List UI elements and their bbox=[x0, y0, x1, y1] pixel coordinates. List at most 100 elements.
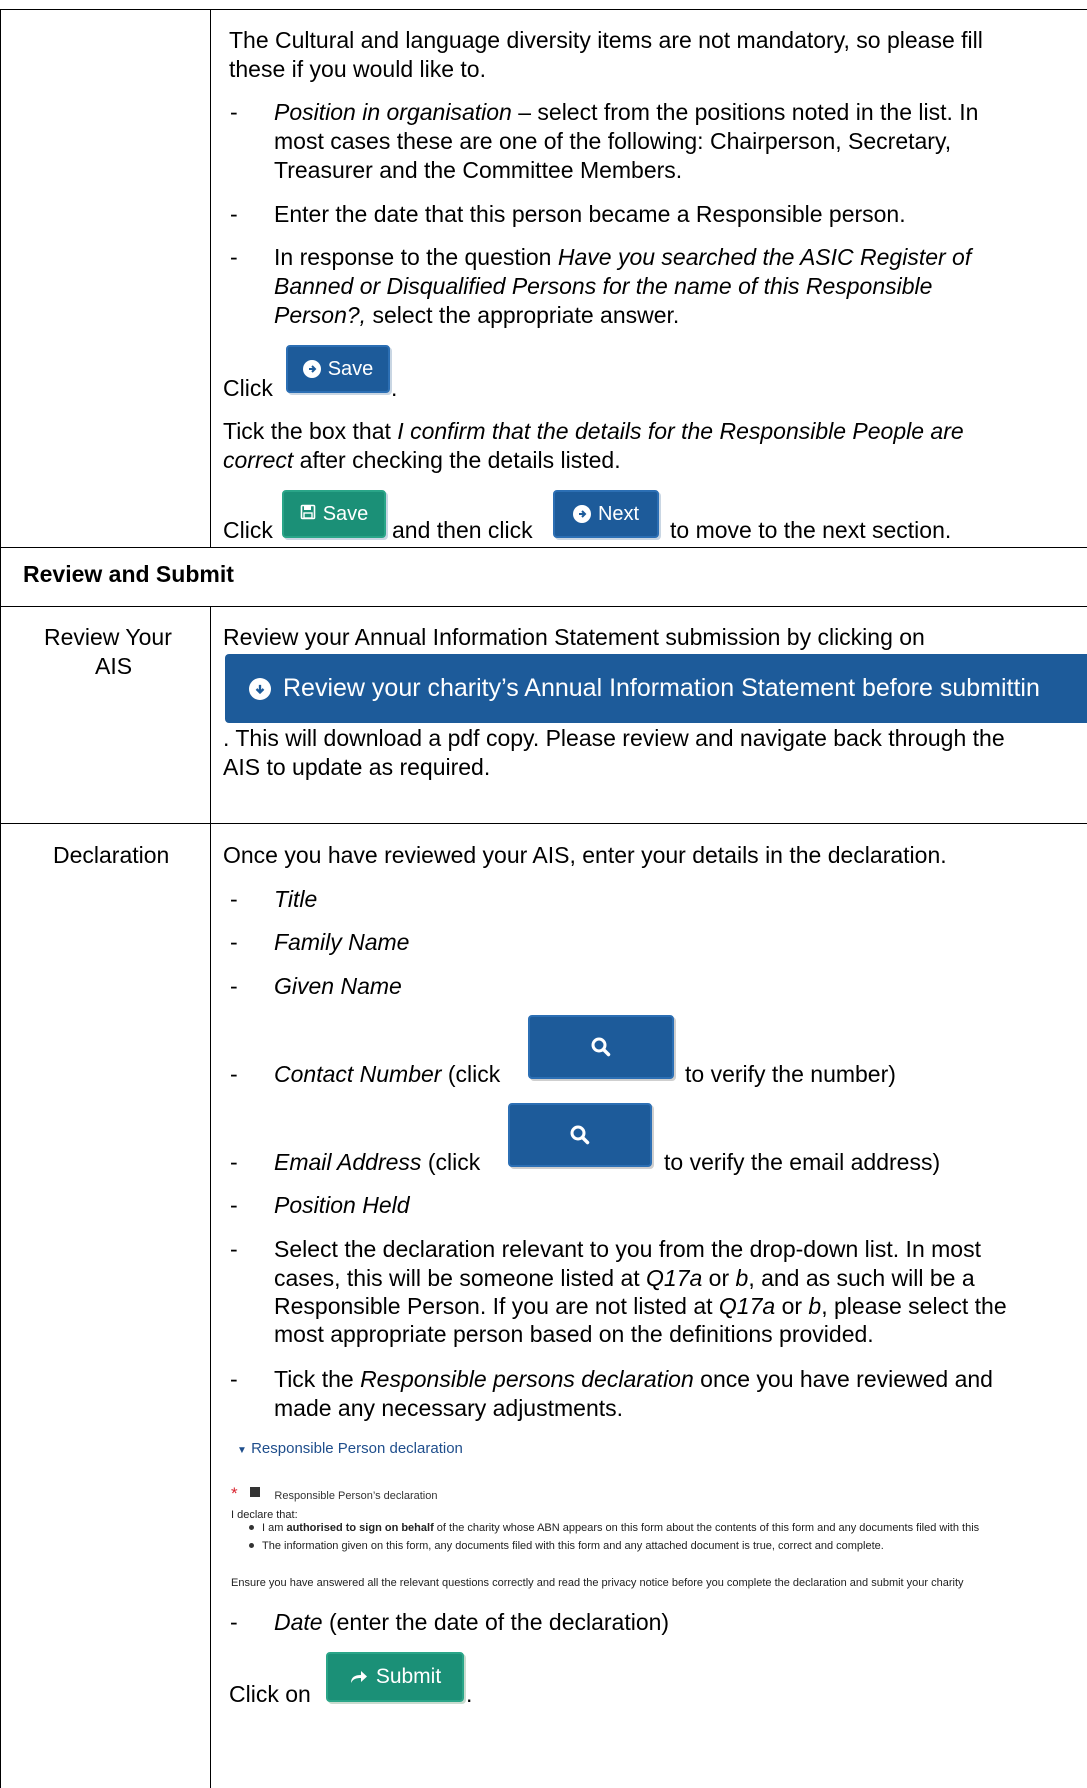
save-draft-button[interactable]: Save bbox=[282, 490, 386, 538]
document-page: The Cultural and language diversity item… bbox=[0, 0, 1087, 1788]
caret-down-icon: ▼ bbox=[237, 1445, 247, 1456]
tick-rp-text: Tick the bbox=[274, 1366, 361, 1392]
tick-text: Tick the box that bbox=[223, 418, 398, 444]
review-ais-banner-button[interactable]: Review your charity’s Annual Information… bbox=[225, 654, 1087, 723]
review-label: AIS bbox=[95, 653, 133, 679]
declaration-label: Declaration bbox=[53, 842, 170, 868]
family-name-item: Family Name bbox=[274, 928, 409, 957]
rp-checkbox[interactable] bbox=[250, 1487, 261, 1498]
rp-bullet: The information given on this form, any … bbox=[231, 1539, 884, 1553]
family-name-field: Family Name bbox=[274, 929, 410, 955]
rp-bullet-text: of the charity whose ABN appears on this… bbox=[433, 1522, 980, 1534]
email-field: Email Address bbox=[274, 1149, 422, 1175]
asic-question: Banned or Disqualified Persons for the n… bbox=[274, 273, 933, 299]
asic-text: In response to the question bbox=[274, 244, 558, 270]
list-dash: - bbox=[230, 244, 238, 270]
search-icon bbox=[570, 1125, 590, 1145]
title-field: Title bbox=[274, 886, 318, 912]
verify-contact-search-button[interactable] bbox=[528, 1015, 674, 1079]
select-text: , please select the bbox=[821, 1293, 1007, 1319]
rp-checkbox-label: Responsible Person’s declaration bbox=[274, 1490, 438, 1502]
question-ref: Q17a bbox=[718, 1293, 776, 1319]
next-button[interactable]: Next bbox=[553, 490, 659, 538]
question-ref: Q17a bbox=[646, 1265, 703, 1291]
table-column-divider-top bbox=[210, 9, 211, 547]
table-row-divider bbox=[0, 547, 1087, 548]
list-dash: - bbox=[230, 1236, 238, 1262]
email-item: Email Address (click bbox=[274, 1148, 480, 1177]
tick-quote: I confirm that the details for the Respo… bbox=[397, 418, 964, 444]
position-label: Position in organisation bbox=[274, 99, 512, 125]
period: . bbox=[391, 375, 398, 401]
review-instruction: AIS to update as required. bbox=[223, 754, 491, 780]
declaration-intro: Once you have reviewed your AIS, enter y… bbox=[223, 842, 947, 868]
list-dash: - bbox=[230, 1192, 238, 1218]
period: . bbox=[466, 1681, 473, 1707]
save-draft-button-label: Save bbox=[322, 502, 369, 525]
select-text: Responsible Person. If you are not liste… bbox=[274, 1293, 719, 1319]
intro-line: these if you would like to. bbox=[229, 56, 486, 82]
email-text: (click bbox=[421, 1149, 481, 1175]
click-text: Click bbox=[223, 517, 273, 543]
rp-declaration-toggle[interactable]: ▼ Responsible Person declaration bbox=[237, 1440, 463, 1457]
position-held-field: Position Held bbox=[274, 1192, 410, 1218]
table-left-border bbox=[0, 9, 1, 1788]
list-dash: - bbox=[230, 886, 238, 912]
arrow-circle-right-icon bbox=[302, 360, 321, 378]
share-arrow-icon bbox=[350, 1671, 367, 1683]
asic-item-line: Person?, select the appropriate answer. bbox=[274, 301, 679, 330]
asic-text: select the appropriate answer. bbox=[366, 302, 680, 328]
table-column-divider-bottom bbox=[210, 606, 211, 1788]
select-declaration-item: Select the declaration relevant to you f… bbox=[274, 1236, 981, 1262]
save-button[interactable]: Save bbox=[286, 345, 390, 393]
table-top-border bbox=[0, 9, 1087, 10]
date-field: Date bbox=[274, 1609, 323, 1635]
select-text: , and as such will be a bbox=[748, 1265, 975, 1291]
table-row-divider bbox=[0, 823, 1087, 824]
rp-declaration-header: Responsible Person declaration bbox=[251, 1440, 463, 1457]
date-text: (enter the date of the declaration) bbox=[322, 1609, 670, 1635]
tick-text: after checking the details listed. bbox=[293, 447, 621, 473]
tick-rp-text: once you have reviewed and bbox=[693, 1366, 993, 1392]
rp-checkbox-row: * Responsible Person’s declaration bbox=[231, 1478, 437, 1505]
contact-number-item: Contact Number (click bbox=[274, 1060, 500, 1089]
select-text: or bbox=[775, 1293, 809, 1319]
select-declaration-line: Responsible Person. If you are not liste… bbox=[274, 1292, 1007, 1321]
select-text: cases, this will be someone listed at bbox=[274, 1265, 647, 1291]
given-name-field: Given Name bbox=[274, 973, 402, 999]
tick-rp-line: made any necessary adjustments. bbox=[274, 1395, 624, 1421]
click-on-text: Click on bbox=[229, 1681, 311, 1707]
question-ref: b bbox=[735, 1265, 749, 1291]
contact-number-field: Contact Number bbox=[274, 1061, 442, 1087]
list-dash: - bbox=[230, 1149, 238, 1175]
question-ref: b bbox=[808, 1293, 822, 1319]
tick-instruction: Tick the box that I confirm that the det… bbox=[223, 417, 964, 446]
submit-button[interactable]: Submit bbox=[326, 1652, 464, 1702]
position-item-line: most cases these are one of the followin… bbox=[274, 128, 952, 154]
list-dash: - bbox=[230, 929, 238, 955]
date-item: Enter the date that this person became a… bbox=[274, 201, 906, 227]
position-item-line: Treasurer and the Committee Members. bbox=[274, 157, 683, 183]
tick-rp-item: Tick the Responsible persons declaration… bbox=[274, 1365, 993, 1394]
given-name-item: Given Name bbox=[274, 972, 402, 1001]
review-ais-banner-label: Review your charity’s Annual Information… bbox=[283, 674, 1040, 702]
position-item: Position in organisation – select from t… bbox=[274, 98, 978, 127]
rp-bullet-text: I am bbox=[262, 1522, 287, 1534]
tick-instruction-line: correct after checking the details liste… bbox=[223, 446, 621, 475]
asic-question: Have you searched the ASIC Register of bbox=[557, 244, 972, 270]
arrow-circle-down-icon bbox=[249, 677, 271, 700]
verify-email-search-button[interactable] bbox=[508, 1103, 652, 1167]
rp-declare-heading: I declare that: bbox=[231, 1509, 298, 1521]
tick-quote: correct bbox=[223, 447, 294, 473]
asic-item-line: Banned or Disqualified Persons for the n… bbox=[274, 272, 932, 301]
list-dash: - bbox=[230, 973, 238, 999]
list-dash: - bbox=[230, 1366, 238, 1392]
contact-text: (click bbox=[441, 1061, 501, 1087]
rp-ensure-note: Ensure you have answered all the relevan… bbox=[231, 1577, 964, 1589]
tick-rp-quote: Responsible persons declaration bbox=[360, 1366, 694, 1392]
click-text: Click bbox=[223, 375, 273, 401]
floppy-disk-icon bbox=[300, 503, 316, 526]
review-instruction: Review your Annual Information Statement… bbox=[223, 624, 925, 650]
select-declaration-line: most appropriate person based on the def… bbox=[274, 1321, 874, 1347]
list-dash: - bbox=[230, 99, 238, 125]
